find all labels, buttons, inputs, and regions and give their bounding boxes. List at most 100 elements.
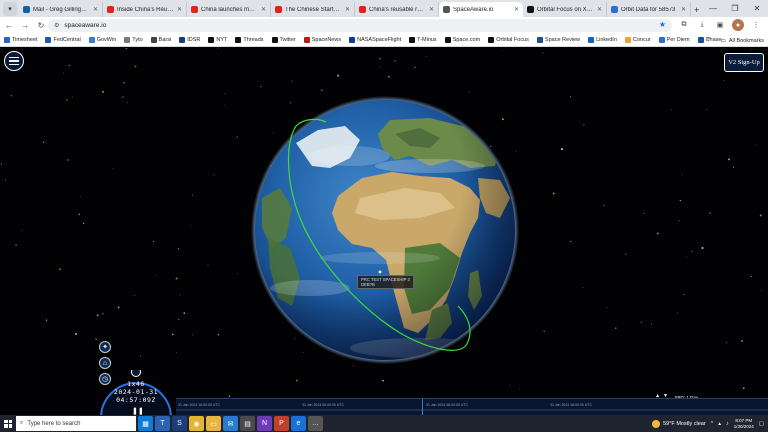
bookmark-item[interactable]: Threads [235, 37, 264, 43]
hamburger-menu-button[interactable] [4, 51, 24, 71]
satellite-marker[interactable] [378, 270, 382, 274]
bookmark-item[interactable]: T-Minus [409, 37, 437, 43]
star [183, 312, 186, 314]
volume-icon[interactable]: ♪ [726, 421, 729, 427]
browser-tab[interactable]: Orbit Data for 58573 ✕ [607, 2, 691, 17]
file-explorer-icon[interactable]: ▭ [206, 416, 221, 431]
taskbar-clock[interactable]: 8:07 PM 1/30/2024 [734, 418, 754, 430]
tab-close-icon[interactable]: ✕ [514, 6, 519, 13]
windows-taskbar: ⌕ Type here to search ▦ T S ◉ ▭ ✉ ▤ N P … [0, 415, 768, 432]
browser-tab[interactable]: Mail - Greg Gillinger - Outlook✕ [19, 2, 103, 17]
star [602, 204, 605, 207]
mail-icon[interactable]: ✉ [223, 416, 238, 431]
all-bookmarks[interactable]: ▭ All Bookmarks [721, 34, 764, 47]
browser-tab[interactable]: SpaceAware.io ✕ [439, 2, 523, 17]
tab-close-icon[interactable]: ✕ [93, 6, 98, 13]
tab-close-icon[interactable]: ✕ [597, 6, 602, 13]
tab-close-icon[interactable]: ✕ [177, 6, 182, 13]
browser-tab[interactable]: Orbital Focus on X: "Mini✕ [523, 2, 607, 17]
browser-tab[interactable]: Inside China's Reusable Rocket✕ [103, 2, 187, 17]
bookmark-item[interactable]: LinkedIn [588, 37, 617, 43]
browser-tab[interactable]: The Chinese Startup Just✕ [271, 2, 355, 17]
time-control: 1x46 2024-01-31 04:57:09Z ❚❚ [99, 370, 173, 415]
bookmark-star-icon[interactable]: ★ [659, 20, 666, 29]
star [727, 158, 731, 161]
bookmark-item[interactable]: Space.com [444, 37, 480, 43]
star [751, 49, 753, 51]
satellite-icon[interactable]: ✦ [99, 341, 111, 353]
bookmark-item[interactable]: Tyto [124, 37, 143, 43]
bookmark-item[interactable]: Barsi [150, 37, 171, 43]
tab-close-icon[interactable]: ✕ [345, 6, 350, 13]
onenote-icon[interactable]: N [257, 416, 272, 431]
bookmark-item[interactable]: Twitter [271, 37, 296, 43]
star [117, 306, 120, 309]
bookmarks-overflow-icon[interactable]: » [707, 36, 710, 42]
notification-icon[interactable]: ▢ [759, 421, 764, 427]
site-info-icon[interactable]: ⚙ [54, 22, 59, 29]
bookmark-item[interactable]: Space Review [536, 37, 580, 43]
app-icon[interactable]: S [172, 416, 187, 431]
tab-search-icon[interactable]: ▾ [3, 2, 17, 16]
edge-icon[interactable]: e [291, 416, 306, 431]
url-text: spaceaware.io [64, 22, 107, 29]
bookmark-item[interactable]: NYT [208, 37, 227, 43]
teams-icon[interactable]: T [155, 416, 170, 431]
tab-close-icon[interactable]: ✕ [429, 6, 434, 13]
powerpoint-icon[interactable]: P [274, 416, 289, 431]
tray-overflow-icon[interactable]: ^ [711, 421, 714, 427]
bookmark-item[interactable]: Concur [624, 37, 651, 43]
star [656, 232, 659, 235]
browser-tab[interactable]: China's reusable rocket ✕ [355, 2, 439, 17]
download-icon[interactable]: ⤓ [696, 19, 708, 31]
close-icon[interactable]: ✕ [746, 0, 768, 17]
minimize-icon[interactable]: — [702, 0, 724, 17]
extensions-icon[interactable]: ⧉ [678, 19, 690, 31]
bookmark-item[interactable]: IDSR [179, 37, 200, 43]
new-tab-button[interactable]: + [694, 5, 699, 15]
maximize-icon[interactable]: ❐ [724, 0, 746, 17]
star [570, 95, 572, 97]
tab-close-icon[interactable]: ✕ [681, 6, 686, 13]
star [425, 56, 427, 58]
star [732, 166, 735, 168]
taskbar-search[interactable]: ⌕ Type here to search [16, 416, 136, 431]
task-view-icon[interactable]: ▦ [138, 416, 153, 431]
timeline-scrubber[interactable]: 31 Jan 2024 16:00:00 UTC 31 Jan 2024 00:0… [176, 398, 768, 415]
chrome-icon[interactable]: ◉ [189, 416, 204, 431]
bookmark-item[interactable]: GovWin [88, 37, 116, 43]
forward-icon[interactable]: → [18, 19, 32, 33]
network-icon[interactable]: ▴ [718, 421, 721, 427]
calculator-icon[interactable]: ▤ [240, 416, 255, 431]
reload-icon[interactable]: ↻ [34, 19, 48, 33]
star [701, 246, 704, 250]
bookmark-item[interactable]: NASASpaceFlight [349, 37, 401, 43]
chat-icon[interactable]: … [308, 416, 323, 431]
windows-start-button[interactable] [0, 415, 16, 432]
star [96, 314, 99, 317]
menu-kebab-icon[interactable]: ⋮ [750, 19, 762, 31]
back-icon[interactable]: ← [2, 19, 16, 33]
star [583, 124, 585, 126]
home-icon[interactable]: ⌂ [99, 357, 111, 369]
sidepanel-icon[interactable]: ▣ [714, 19, 726, 31]
star [75, 332, 78, 335]
bookmark-item[interactable]: Timesheet [4, 37, 37, 43]
globe-viewport[interactable]: V2 Sign-Up PRC TEST SPACESHIP 3 DEB?B ✦ … [0, 48, 768, 415]
pause-icon[interactable]: ❚❚ [132, 407, 144, 415]
browser-tab[interactable]: China launches mystery spaceplane✕ [187, 2, 271, 17]
bookmark-item[interactable]: SpaceNews [303, 37, 341, 43]
bookmark-label: Orbital Focus [496, 37, 529, 43]
tab-close-icon[interactable]: ✕ [261, 6, 266, 13]
profile-avatar[interactable]: ● [732, 19, 744, 31]
address-bar[interactable]: ⚙ spaceaware.io ★ [48, 19, 672, 32]
star [755, 144, 756, 146]
timeline-cursor[interactable] [422, 399, 423, 415]
bookmark-label: Twitter [279, 37, 296, 43]
weather-widget[interactable]: 59°F Mostly clear [652, 419, 706, 428]
bookmark-item[interactable]: Per Diem [658, 37, 690, 43]
bookmark-item[interactable]: FedCentral [45, 37, 81, 43]
bookmark-item[interactable]: Orbital Focus [488, 37, 529, 43]
v2-signup-button[interactable]: V2 Sign-Up [724, 53, 764, 72]
star [127, 102, 129, 103]
